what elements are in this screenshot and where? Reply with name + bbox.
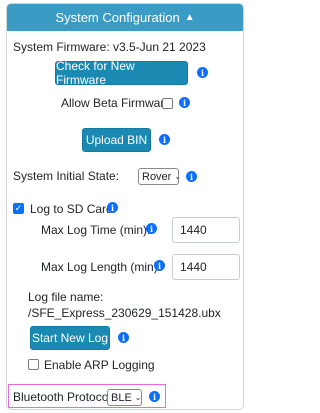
info-icon[interactable]: i — [146, 223, 157, 234]
info-icon[interactable]: i — [179, 97, 190, 108]
info-icon[interactable]: i — [118, 332, 129, 343]
system-initial-state-select[interactable]: Rover ⌄ — [138, 168, 182, 185]
allow-beta-firmware-label: Allow Beta Firmware — [61, 96, 172, 110]
chevron-down-icon: ⌄ — [134, 393, 142, 402]
system-initial-state-value: Rover — [142, 170, 172, 183]
start-new-log-button[interactable]: Start New Log — [30, 326, 110, 350]
system-initial-state-label: System Initial State: — [13, 169, 120, 183]
bluetooth-protocol-label: Bluetooth Protocol: — [13, 390, 115, 404]
max-log-length-label: Max Log Length (min): — [41, 260, 162, 274]
info-icon[interactable]: i — [154, 260, 165, 271]
bluetooth-protocol-select[interactable]: BLE ⌄ — [107, 389, 142, 406]
system-firmware-label: System Firmware: v3.5-Jun 21 2023 — [13, 40, 206, 54]
bluetooth-protocol-value: BLE — [111, 391, 132, 404]
max-log-time-input[interactable]: 1440 — [172, 217, 240, 243]
info-icon[interactable]: i — [149, 391, 160, 402]
log-file-name-value: /SFE_Express_230629_151428.ubx — [28, 306, 221, 320]
header-title: System Configuration — [55, 10, 180, 25]
check-new-firmware-button[interactable]: Check for New Firmware — [55, 59, 188, 87]
log-to-sd-label: Log to SD Card — [30, 202, 113, 216]
max-log-length-input[interactable]: 1440 — [172, 254, 240, 280]
allow-beta-firmware-checkbox[interactable] — [162, 98, 173, 109]
max-log-time-label: Max Log Time (min): — [41, 223, 151, 237]
upload-bin-button[interactable]: Upload BIN — [82, 128, 151, 152]
log-to-sd-checkbox[interactable]: ✓ — [13, 203, 24, 214]
caret-up-icon: ▲ — [184, 11, 195, 23]
system-configuration-header[interactable]: System Configuration ▲ — [7, 4, 243, 31]
info-icon[interactable]: i — [186, 171, 197, 182]
info-icon[interactable]: i — [107, 202, 118, 213]
info-icon[interactable]: i — [159, 134, 170, 145]
info-icon[interactable]: i — [197, 67, 208, 78]
enable-arp-logging-checkbox[interactable] — [28, 359, 39, 370]
chevron-down-icon: ⌄ — [174, 172, 182, 181]
enable-arp-logging-label: Enable ARP Logging — [44, 358, 155, 372]
log-file-name-label: Log file name: — [28, 290, 104, 304]
